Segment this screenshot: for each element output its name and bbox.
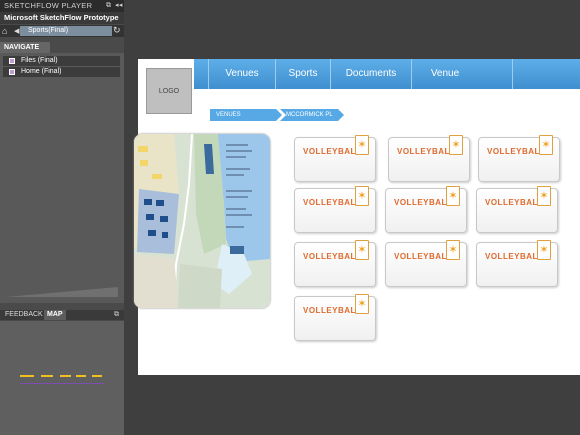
star-badge-icon: ✶ [537,186,551,206]
zoom-slider-wedge [6,287,118,297]
card-label: VOLLEYBALL [485,252,544,261]
sport-card[interactable]: VOLLEYBALL ✶ [385,240,467,287]
map-node[interactable] [92,375,102,377]
home-icon[interactable]: ⌂ [2,26,12,36]
sport-card[interactable]: VOLLEYBALL ✶ [385,186,467,233]
screen-icon [9,58,15,64]
venue-map-image [134,134,270,308]
card-label: VOLLEYBALL [397,147,456,156]
popout-icon[interactable]: ⧉ [114,310,119,320]
nav-item-label: Home (Final) [21,68,62,75]
menu-divider [512,59,513,89]
refresh-icon[interactable]: ↻ [113,25,121,36]
sport-card[interactable]: VOLLEYBALL ✶ [388,135,470,182]
screen-nav-bar: ⌂ ◀ Sports(Final) ↻ [0,25,124,37]
breadcrumb-venues[interactable]: VENUES [210,109,282,121]
sport-card[interactable]: VOLLEYBALL ✶ [294,240,376,287]
sport-card[interactable]: VOLLEYBALL ✶ [294,294,376,341]
map-panel [0,321,124,435]
menu-documents[interactable]: Documents [331,59,411,89]
map-node[interactable] [41,375,53,377]
venue-map[interactable] [134,134,270,308]
menu-venue[interactable]: Venue [412,59,478,89]
map-node[interactable] [20,375,34,377]
player-titlebar: SKETCHFLOW PLAYER ⧉ ◂◂ [0,0,124,12]
card-label: VOLLEYBALL [303,306,362,315]
navigate-panel: Files (Final) Home (Final) [0,53,124,303]
popout-icon[interactable]: ⧉ [106,0,111,12]
player-title: SKETCHFLOW PLAYER [4,1,93,10]
current-screen-field[interactable]: Sports(Final) [20,26,112,36]
app-name-row: Microsoft SketchFlow Prototype [0,12,124,24]
nav-item-home[interactable]: Home (Final) [3,67,120,77]
star-badge-icon: ✶ [446,186,460,206]
card-label: VOLLEYBALL [485,198,544,207]
card-label: VOLLEYBALL [487,147,546,156]
bottom-tabs: FEEDBACK MAP ⧉ [0,310,124,320]
star-badge-icon: ✶ [355,135,369,155]
star-badge-icon: ✶ [449,135,463,155]
nav-item-files[interactable]: Files (Final) [3,56,120,66]
star-badge-icon: ✶ [537,240,551,260]
tab-map[interactable]: MAP [44,310,66,320]
nav-item-label: Files (Final) [21,57,58,64]
map-node[interactable] [60,375,71,377]
card-label: VOLLEYBALL [394,252,453,261]
map-node[interactable] [76,375,86,377]
map-connector [20,383,104,384]
collapse-icon[interactable]: ◂◂ [115,0,123,12]
card-label: VOLLEYBALL [303,147,362,156]
player-panel: SKETCHFLOW PLAYER ⧉ ◂◂ Microsoft SketchF… [0,0,124,435]
star-badge-icon: ✶ [539,135,553,155]
card-label: VOLLEYBALL [303,198,362,207]
back-icon[interactable]: ◀ [14,27,19,35]
breadcrumb-mccormick[interactable]: MCCORMICK PL [280,109,344,121]
sport-card[interactable]: VOLLEYBALL ✶ [476,186,558,233]
sport-card[interactable]: VOLLEYBALL ✶ [478,135,560,182]
sport-card[interactable]: VOLLEYBALL ✶ [476,240,558,287]
screen-icon [9,69,15,75]
star-badge-icon: ✶ [355,186,369,206]
menu-sports[interactable]: Sports [276,59,330,89]
card-label: VOLLEYBALL [303,252,362,261]
card-label: VOLLEYBALL [394,198,453,207]
top-menu: Venues Sports Documents Venue [194,59,580,89]
star-badge-icon: ✶ [355,240,369,260]
star-badge-icon: ✶ [355,294,369,314]
logo-placeholder: LOGO [146,68,192,114]
sport-card[interactable]: VOLLEYBALL ✶ [294,186,376,233]
menu-venues[interactable]: Venues [209,59,275,89]
tab-navigate[interactable]: NAVIGATE [0,42,50,53]
star-badge-icon: ✶ [446,240,460,260]
sport-card[interactable]: VOLLEYBALL ✶ [294,135,376,182]
tab-feedback[interactable]: FEEDBACK [2,310,46,320]
zoom-slider[interactable] [6,285,118,299]
app-name: Microsoft SketchFlow Prototype [4,13,119,22]
